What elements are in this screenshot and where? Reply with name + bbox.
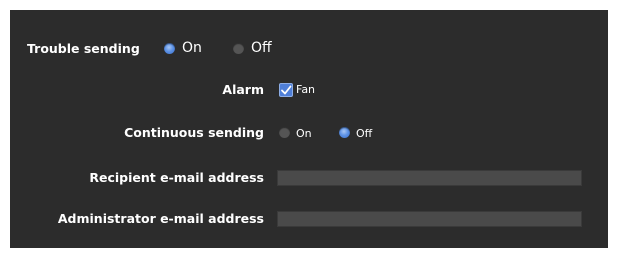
continuous-sending-off-label: Off xyxy=(356,127,373,140)
trouble-sending-off-radio[interactable] xyxy=(233,43,244,54)
trouble-sending-on-radio[interactable] xyxy=(164,43,175,54)
continuous-sending-on-radio[interactable] xyxy=(279,127,290,138)
administrator-email-field[interactable] xyxy=(277,211,582,227)
continuous-sending-label: Continuous sending xyxy=(124,125,264,140)
administrator-email-label: Administrator e-mail address xyxy=(57,211,264,226)
settings-panel: Trouble sending On Off Alarm Fan Continu… xyxy=(10,10,608,248)
continuous-sending-on-label: On xyxy=(296,127,312,140)
alarm-label: Alarm xyxy=(222,82,264,97)
continuous-sending-off-radio[interactable] xyxy=(339,127,350,138)
fan-label: Fan xyxy=(296,83,316,96)
trouble-sending-on-label: On xyxy=(182,40,202,56)
checkmark-icon xyxy=(281,85,292,95)
trouble-sending-off-label: Off xyxy=(251,40,272,56)
recipient-email-field[interactable] xyxy=(277,170,582,186)
recipient-email-label: Recipient e-mail address xyxy=(89,170,264,185)
fan-checkbox[interactable] xyxy=(279,83,293,97)
trouble-sending-label: Trouble sending xyxy=(27,41,140,56)
